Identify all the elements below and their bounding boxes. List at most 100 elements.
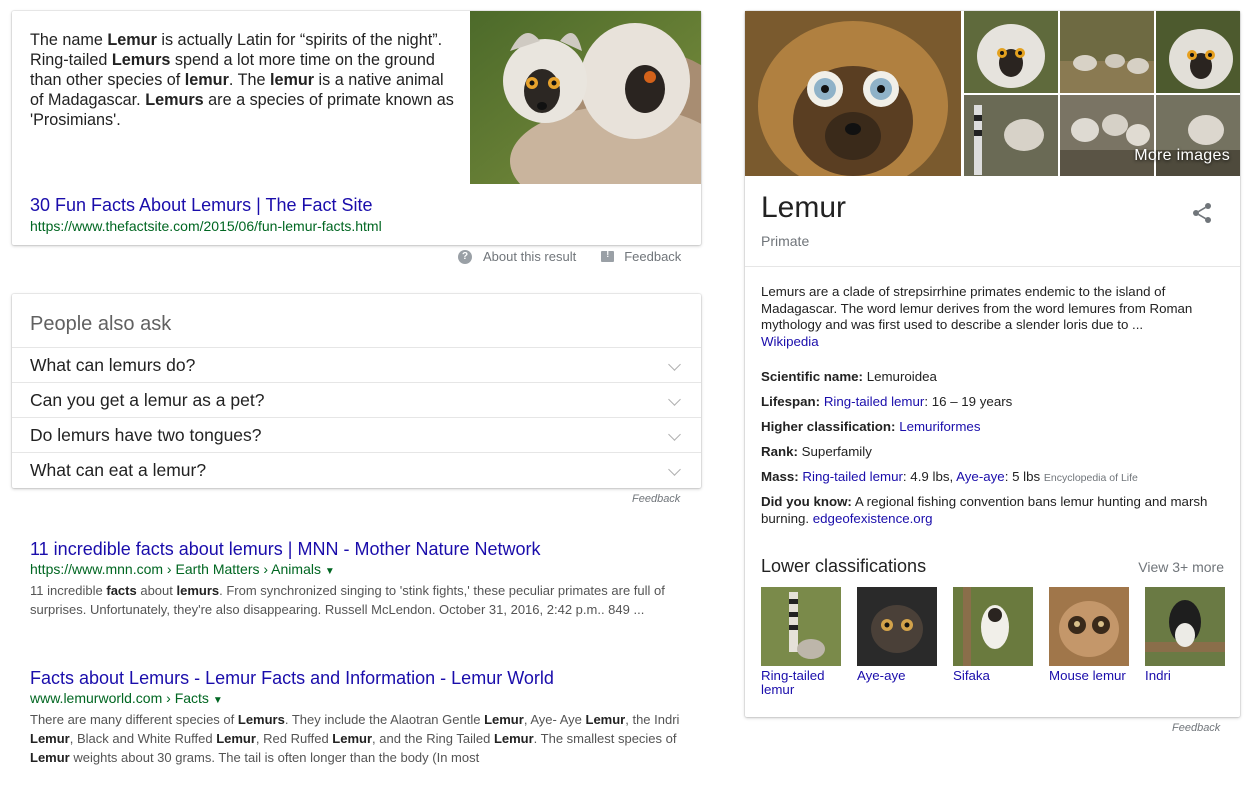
text-run: weights about 30 grams. The tail is ofte…: [69, 750, 480, 765]
text-run: . They include the Alaotran Gentle: [284, 712, 485, 727]
bold-keyword: Lemur: [107, 31, 157, 49]
aye-aye-label[interactable]: Aye-aye: [857, 669, 937, 683]
paa-heading: People also ask: [30, 313, 172, 335]
lower-classification-item[interactable]: Sifaka: [953, 587, 1033, 683]
bold-keyword: Lemurs: [145, 91, 204, 109]
panel-image[interactable]: [964, 95, 1058, 176]
result-description: There are many different species of Lemu…: [30, 710, 690, 767]
ring-tailed-lemur-link[interactable]: Ring-tailed lemur: [802, 469, 903, 484]
featured-snippet: The name Lemur is actually Latin for “sp…: [12, 11, 701, 245]
fact-scientific-name: Scientific name: Lemuroidea: [761, 369, 937, 384]
fact-did-you-know: Did you know: A regional fishing convent…: [761, 494, 1208, 526]
about-this-result-link[interactable]: About this result: [483, 249, 576, 264]
dropdown-caret-icon[interactable]: ▼: [325, 566, 335, 577]
snippet-lemur-photo[interactable]: [470, 11, 701, 184]
lower-classification-item[interactable]: Mouse lemur: [1049, 587, 1129, 683]
paa-feedback-link[interactable]: Feedback: [632, 493, 680, 505]
text-run: The name: [30, 31, 108, 49]
aye-aye-thumbnail[interactable]: [857, 587, 937, 666]
panel-title: Lemur: [761, 191, 847, 224]
paa-question[interactable]: What can eat a lemur?: [12, 452, 701, 487]
result-title-link[interactable]: 11 incredible facts about lemurs | MNN -…: [30, 539, 541, 559]
people-also-ask: People also ask What can lemurs do? Can …: [12, 294, 701, 488]
knowledge-panel: More images Lemur Primate Lemurs are a c…: [745, 11, 1240, 717]
bold-keyword: Lemur: [332, 731, 373, 746]
more-images-link[interactable]: More images: [1134, 147, 1230, 165]
view-more-link[interactable]: View 3+ more: [1138, 559, 1224, 575]
snippet-meta-row: ? About this result Feedback: [458, 249, 681, 264]
lemuriformes-link[interactable]: Lemuriformes: [899, 419, 980, 434]
sifaka-label[interactable]: Sifaka: [953, 669, 1033, 683]
text-run: 11 incredible: [30, 583, 107, 598]
panel-feedback-link[interactable]: Feedback: [1172, 722, 1220, 734]
panel-description: Lemurs are a clade of strepsirrhine prim…: [761, 284, 1231, 350]
aye-aye-link[interactable]: Aye-aye: [956, 469, 1005, 484]
lower-classifications-heading: Lower classifications: [761, 556, 927, 576]
search-result: 11 incredible facts about lemurs | MNN -…: [30, 538, 690, 619]
snippet-feedback-link[interactable]: Feedback: [624, 249, 681, 264]
encyclopedia-of-life-source[interactable]: Encyclopedia of Life: [1044, 472, 1138, 484]
panel-image[interactable]: [964, 11, 1058, 93]
bold-keyword: Lemur: [30, 731, 70, 746]
text-run: There are many different species of: [30, 712, 238, 727]
dropdown-caret-icon[interactable]: ▼: [213, 695, 223, 706]
bold-keyword: Lemur: [484, 712, 524, 727]
help-icon[interactable]: ?: [458, 249, 472, 264]
panel-image[interactable]: [1156, 11, 1240, 93]
lower-classification-item[interactable]: Aye-aye: [857, 587, 937, 683]
text-run: . The: [228, 71, 270, 89]
share-icon[interactable]: [1190, 201, 1214, 225]
text-run: about: [136, 583, 177, 598]
chevron-down-icon: [668, 463, 681, 476]
bold-keyword: Lemurs: [111, 51, 171, 69]
snippet-text: The name Lemur is actually Latin for “sp…: [30, 30, 458, 130]
bold-keyword: lemurs: [176, 583, 220, 598]
result-url: https://www.mnn.com › Earth Matters › An…: [30, 561, 335, 577]
search-result: Facts about Lemurs - Lemur Facts and Inf…: [30, 667, 690, 767]
fact-mass: Mass: Ring-tailed lemur: 4.9 lbs, Aye-ay…: [761, 469, 1138, 484]
text-run: , Black and White Ruffed: [69, 731, 217, 746]
chevron-down-icon: [668, 358, 681, 371]
mouse-lemur-label[interactable]: Mouse lemur: [1049, 669, 1129, 683]
wikipedia-link[interactable]: Wikipedia: [761, 334, 1231, 351]
ring-tailed-lemur-link[interactable]: Ring-tailed lemur: [824, 394, 925, 409]
text-run: . The smallest species of: [533, 731, 677, 746]
text-run: , the Indri: [625, 712, 680, 727]
text-run: , and the Ring Tailed: [372, 731, 494, 746]
chevron-down-icon: [668, 393, 681, 406]
fact-lifespan: Lifespan: Ring-tailed lemur: 16 – 19 yea…: [761, 394, 1013, 409]
paa-question[interactable]: Can you get a lemur as a pet?: [12, 382, 701, 417]
lower-classification-item[interactable]: Indri: [1145, 587, 1225, 683]
snippet-result-url: https://www.thefactsite.com/2015/06/fun-…: [30, 218, 382, 234]
sifaka-thumbnail[interactable]: [953, 587, 1033, 666]
bold-keyword: facts: [106, 583, 137, 598]
panel-main-image[interactable]: [745, 11, 961, 176]
feedback-icon[interactable]: [601, 249, 615, 262]
bold-keyword: Lemur: [585, 712, 626, 727]
bold-keyword: Lemur: [30, 750, 70, 765]
paa-question[interactable]: Do lemurs have two tongues?: [12, 417, 701, 452]
panel-divider: [745, 266, 1240, 267]
result-title-link[interactable]: Facts about Lemurs - Lemur Facts and Inf…: [30, 668, 554, 688]
indri-thumbnail[interactable]: [1145, 587, 1225, 666]
bold-keyword: lemur: [269, 71, 315, 89]
text-run: , Aye- Aye: [523, 712, 586, 727]
text-run: , Red Ruffed: [255, 731, 333, 746]
panel-image[interactable]: [1060, 11, 1154, 93]
bold-keyword: Lemur: [216, 731, 256, 746]
edgeofexistence-link[interactable]: edgeofexistence.org: [813, 511, 933, 526]
bold-keyword: Lemurs: [237, 712, 285, 727]
result-description: 11 incredible facts about lemurs. From s…: [30, 581, 690, 619]
indri-label[interactable]: Indri: [1145, 669, 1225, 683]
fact-rank: Rank: Superfamily: [761, 444, 872, 459]
mouse-lemur-thumbnail[interactable]: [1049, 587, 1129, 666]
bold-keyword: Lemur: [493, 731, 534, 746]
ring-tailed-lemur-label[interactable]: Ring-tailed lemur: [761, 669, 841, 697]
result-url: www.lemurworld.com › Facts ▼: [30, 690, 223, 706]
paa-question[interactable]: What can lemurs do?: [12, 347, 701, 382]
snippet-result-title[interactable]: 30 Fun Facts About Lemurs | The Fact Sit…: [30, 195, 373, 216]
ring-tailed-lemur-thumbnail[interactable]: [761, 587, 841, 666]
fact-higher-classification: Higher classification: Lemuriformes: [761, 419, 981, 434]
lower-classification-item[interactable]: Ring-tailed lemur: [761, 587, 841, 697]
panel-subtitle: Primate: [761, 233, 810, 249]
